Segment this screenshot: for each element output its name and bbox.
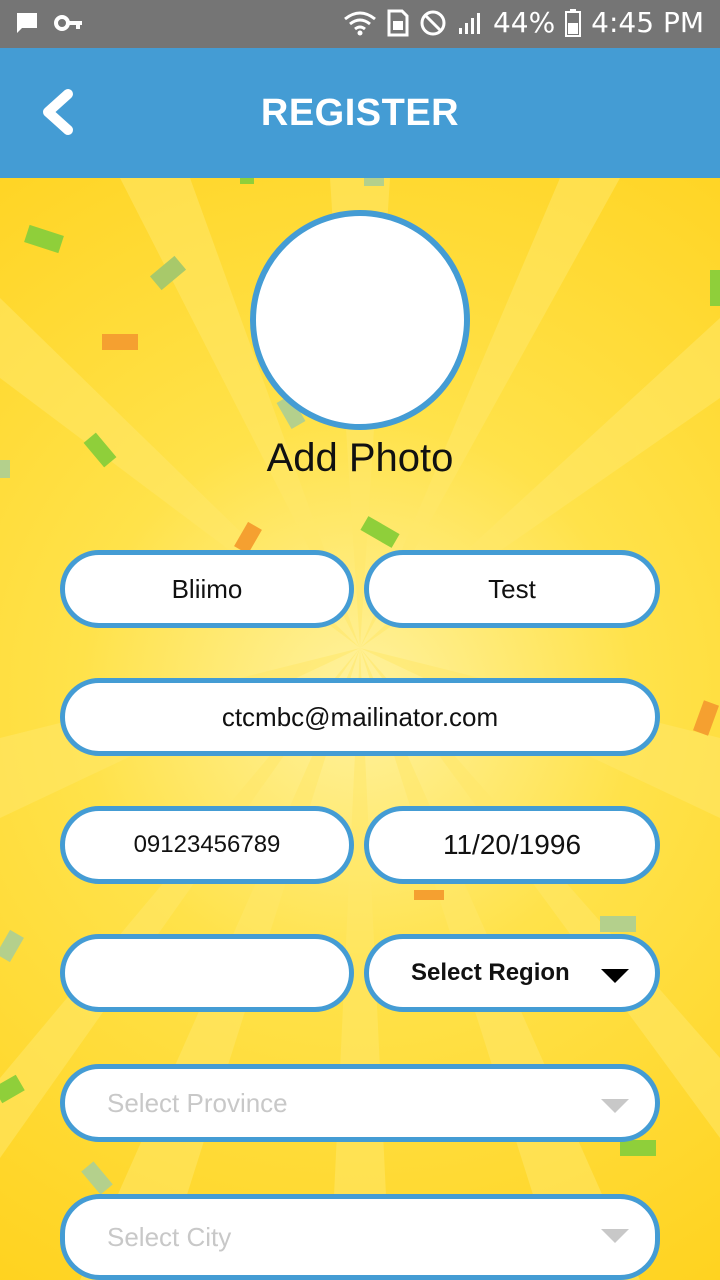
province-dropdown[interactable]: Select Province [60,1064,660,1142]
city-dropdown[interactable]: Select City [60,1194,660,1280]
blank-input-field[interactable] [60,934,354,1012]
first-name-field[interactable]: Bliimo [60,550,354,628]
battery-percent: 44% [492,6,556,39]
caret-down-icon [601,969,629,983]
status-bar: 44% 4:45 PM [0,0,720,48]
last-name-field[interactable]: Test [364,550,660,628]
wifi-icon [344,11,376,35]
add-photo-label[interactable]: Add Photo [0,436,720,481]
do-not-disturb-icon [420,10,446,35]
first-name-value: Bliimo [171,573,243,604]
birthdate-value: 11/20/1996 [442,829,582,860]
chevron-left-icon [43,89,73,135]
caret-down-icon [601,1099,629,1113]
caret-down-icon [601,1229,629,1243]
battery-icon [565,8,582,37]
last-name-value: Test [488,573,536,604]
email-value: ctcmbc@mailinator.com [221,701,499,732]
clock-time: 4:45 PM [591,6,704,39]
key-icon [54,15,82,31]
phone-value: 09123456789 [133,831,281,858]
province-placeholder: Select Province [107,1087,288,1118]
chat-icon [17,13,37,33]
signal-icon [458,12,480,34]
birthdate-field[interactable]: 11/20/1996 [364,806,660,884]
city-placeholder: Select City [107,1221,232,1252]
page-title: REGISTER [260,92,460,134]
sim-icon [387,9,409,36]
phone-field[interactable]: 09123456789 [60,806,354,884]
region-label: Select Region [411,959,570,986]
app-header: REGISTER [0,48,720,178]
avatar-photo-picker[interactable] [250,210,470,430]
back-button[interactable] [32,82,92,142]
region-dropdown[interactable]: Select Region [364,934,660,1012]
email-field[interactable]: ctcmbc@mailinator.com [60,678,660,756]
